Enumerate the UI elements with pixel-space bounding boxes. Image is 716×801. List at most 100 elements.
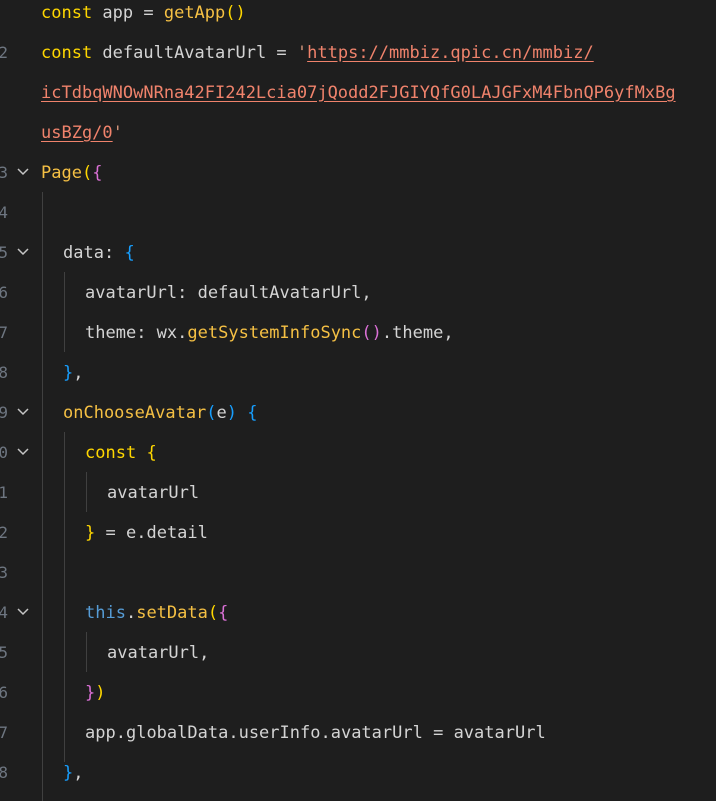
fold-chevron-icon[interactable] <box>16 444 30 458</box>
property: userInfo <box>238 723 321 743</box>
code-text: onChooseAvatar(e) { <box>63 400 258 426</box>
line-number: 6 <box>0 283 8 302</box>
punctuation: : <box>177 283 198 303</box>
keyword: const <box>41 43 93 63</box>
code-line[interactable]: 2 const defaultAvatarUrl = 'https://mmbi… <box>0 40 716 80</box>
fold-chevron-icon[interactable] <box>16 404 30 418</box>
property: theme <box>85 323 137 343</box>
property: globalData <box>125 723 229 743</box>
string-url-link[interactable]: https://mmbiz.qpic.cn/mmbiz/ <box>307 43 594 63</box>
code-line[interactable]: 9 onChooseAvatar(e) { <box>0 400 716 440</box>
punctuation: . <box>136 523 147 543</box>
string-url-link[interactable]: icTdbqWNOwNRna42FI242Lcia07jQodd2FJGIYQf… <box>41 83 676 103</box>
identifier: avatarUrl <box>107 643 200 663</box>
code-line[interactable]: 4 <box>0 200 716 240</box>
code-text: this.setData({ <box>85 600 228 626</box>
identifier: wx <box>156 323 178 343</box>
punctuation: , <box>73 363 84 383</box>
fold-chevron-icon[interactable] <box>16 604 30 618</box>
code-text: }, <box>63 760 84 786</box>
identifier: app = <box>92 3 164 23</box>
code-line-wrapped[interactable]: icTdbqWNOwNRna42FI242Lcia07jQodd2FJGIYQf… <box>0 80 716 120</box>
line-number: 1 <box>0 483 8 502</box>
bracket: { <box>92 163 103 183</box>
punctuation: , <box>199 643 210 663</box>
code-text: theme: wx.getSystemInfoSync().theme, <box>85 320 454 346</box>
code-line[interactable]: 6 avatarUrl: defaultAvatarUrl, <box>0 280 716 320</box>
bracket: { <box>218 603 229 623</box>
code-line[interactable]: 8 }, <box>0 760 716 800</box>
code-text: const defaultAvatarUrl = 'https://mmbiz.… <box>41 40 594 66</box>
identifier: defaultAvatarUrl <box>197 283 362 303</box>
function-name: setData <box>136 603 208 623</box>
code-text: icTdbqWNOwNRna42FI242Lcia07jQodd2FJGIYQf… <box>41 80 676 106</box>
bracket: ) <box>95 683 106 703</box>
line-number: 3 <box>0 563 8 582</box>
code-editor[interactable]: const app = getApp() 2 const defaultAvat… <box>0 0 716 801</box>
line-number: 7 <box>0 723 8 742</box>
code-line[interactable]: 4 this.setData({ <box>0 600 716 640</box>
punctuation: . <box>125 603 137 623</box>
line-number: 4 <box>0 203 8 222</box>
line-number: 5 <box>0 643 8 662</box>
code-line[interactable]: 3 Page({ <box>0 160 716 200</box>
code-line[interactable]: 3 <box>0 560 716 600</box>
fold-chevron-icon[interactable] <box>16 244 30 258</box>
punctuation: , <box>443 323 454 343</box>
code-line[interactable]: const app = getApp() <box>0 0 716 40</box>
code-line[interactable]: 8 }, <box>0 360 716 400</box>
line-number: 2 <box>0 523 8 542</box>
bracket: ) <box>226 403 238 423</box>
code-line[interactable]: 7 app.globalData.userInfo.avatarUrl = av… <box>0 720 716 760</box>
code-line[interactable]: 6 }) <box>0 680 716 720</box>
keyword: this <box>85 603 126 623</box>
bracket: { <box>146 443 157 463</box>
code-line[interactable]: 2 } = e.detail <box>0 520 716 560</box>
keyword: const <box>41 3 93 23</box>
line-number: 7 <box>0 323 8 342</box>
punctuation: : <box>136 323 157 343</box>
punctuation: . <box>115 723 126 743</box>
property: data <box>63 243 104 263</box>
bracket: { <box>124 243 135 263</box>
string-url-link[interactable]: usBZg/0 <box>41 123 113 143</box>
function-name: getApp <box>163 3 226 23</box>
code-line[interactable]: 0 const { <box>0 440 716 480</box>
line-number: 9 <box>0 403 8 422</box>
property: avatarUrl <box>330 723 423 743</box>
code-text: app.globalData.userInfo.avatarUrl = avat… <box>85 720 546 746</box>
line-number: 6 <box>0 683 8 702</box>
code-text: Page({ <box>41 160 102 186</box>
code-line[interactable]: 7 theme: wx.getSystemInfoSync().theme, <box>0 320 716 360</box>
operator: = <box>422 723 454 743</box>
property: avatarUrl <box>85 283 178 303</box>
bracket: ( <box>81 163 93 183</box>
identifier: e <box>125 523 137 543</box>
code-text: avatarUrl, <box>107 640 209 666</box>
property: theme <box>392 323 444 343</box>
code-text: } = e.detail <box>85 520 208 546</box>
code-text: usBZg/0' <box>41 120 123 146</box>
punctuation: . <box>177 323 188 343</box>
line-number: 4 <box>0 603 8 622</box>
code-line[interactable]: 5 data: { <box>0 240 716 280</box>
punctuation: . <box>381 323 393 343</box>
line-number: 0 <box>0 443 8 462</box>
function-name: getSystemInfoSync <box>187 323 362 343</box>
identifier: avatarUrl <box>107 483 200 503</box>
code-text: const { <box>85 440 157 466</box>
fold-chevron-icon[interactable] <box>16 164 30 178</box>
punctuation: , <box>73 763 84 783</box>
string-quote: ' <box>112 123 123 143</box>
code-line-wrapped[interactable]: usBZg/0' <box>0 120 716 160</box>
code-line[interactable]: 1 avatarUrl <box>0 480 716 520</box>
bracket: () <box>361 323 382 343</box>
code-text: avatarUrl <box>107 480 199 506</box>
code-line[interactable]: 5 avatarUrl, <box>0 640 716 680</box>
function-name: onChooseAvatar <box>63 403 207 423</box>
line-number: 3 <box>0 163 8 182</box>
punctuation: , <box>361 283 372 303</box>
code-text: avatarUrl: defaultAvatarUrl, <box>85 280 372 306</box>
bracket: } <box>63 363 74 383</box>
